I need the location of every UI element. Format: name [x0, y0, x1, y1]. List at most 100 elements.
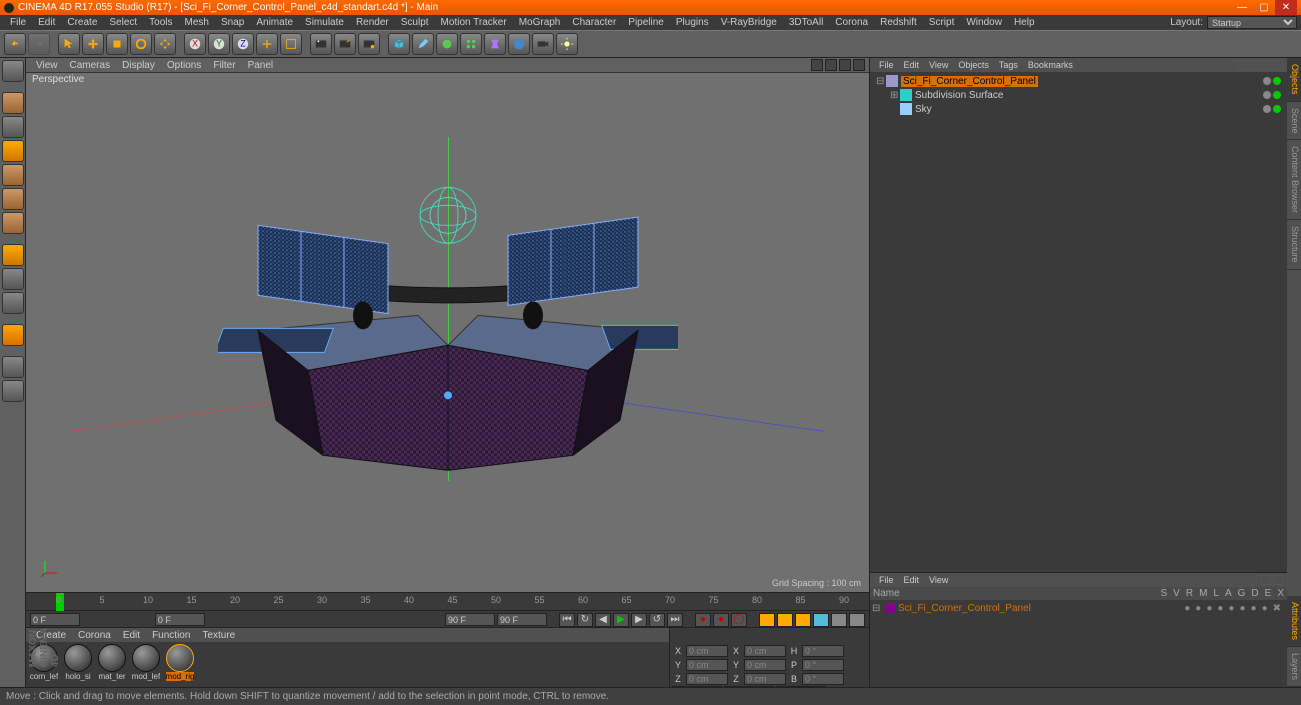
key-rot-button[interactable] — [795, 613, 811, 627]
vis-tag[interactable] — [1263, 77, 1271, 85]
vp-menu-view[interactable]: View — [30, 60, 64, 71]
goto-end-button[interactable]: ⏭ — [667, 613, 683, 627]
menu-animate[interactable]: Animate — [250, 17, 299, 28]
object-tree[interactable]: ⊟Sci_Fi_Corner_Control_Panel⊞Subdivision… — [870, 72, 1287, 572]
workplane-mode[interactable] — [2, 140, 24, 162]
key-param-button[interactable] — [813, 613, 829, 627]
material-mat_ter[interactable]: mat_ter — [96, 644, 128, 681]
last-tool[interactable] — [154, 33, 176, 55]
enable-axis[interactable] — [2, 356, 24, 378]
frame-start-field[interactable] — [30, 613, 80, 626]
render-region-button[interactable] — [334, 33, 356, 55]
frame-cur-start[interactable] — [155, 613, 205, 626]
obj-menu-tags[interactable]: Tags — [994, 60, 1023, 70]
menu-select[interactable]: Select — [103, 17, 143, 28]
point-mode[interactable] — [2, 244, 24, 266]
menu-3dtoall[interactable]: 3DToAll — [783, 17, 829, 28]
pos-X[interactable] — [686, 645, 728, 657]
rotate-tool[interactable] — [130, 33, 152, 55]
tree-item[interactable]: ⊞Subdivision Surface — [872, 88, 1285, 102]
mat-menu-function[interactable]: Function — [146, 630, 196, 641]
object-mode[interactable] — [2, 164, 24, 186]
menu-create[interactable]: Create — [61, 17, 103, 28]
tree-item[interactable]: Sky — [872, 102, 1285, 116]
vp-icon-2[interactable] — [825, 59, 837, 71]
vp-menu-filter[interactable]: Filter — [207, 60, 241, 71]
light-button[interactable] — [556, 33, 578, 55]
vp-icon-3[interactable] — [839, 59, 851, 71]
texture-mode[interactable] — [2, 116, 24, 138]
search-icon[interactable] — [1237, 60, 1247, 70]
vis-tag[interactable] — [1263, 105, 1271, 113]
menu-snap[interactable]: Snap — [215, 17, 250, 28]
minimize-button[interactable]: — — [1231, 0, 1253, 15]
attr-menu-edit[interactable]: Edit — [899, 575, 925, 585]
model-mode[interactable] — [2, 92, 24, 114]
loop2-button[interactable]: ↺ — [649, 613, 665, 627]
vp-menu-display[interactable]: Display — [116, 60, 161, 71]
menu-corona[interactable]: Corona — [829, 17, 874, 28]
vis-tag[interactable] — [1263, 91, 1271, 99]
next-frame-button[interactable]: ▶ — [631, 613, 647, 627]
menu-v-raybridge[interactable]: V-RayBridge — [715, 17, 783, 28]
axis-mode[interactable] — [2, 188, 24, 210]
menu-character[interactable]: Character — [566, 17, 622, 28]
obj-menu-view[interactable]: View — [924, 60, 953, 70]
move-tool[interactable] — [82, 33, 104, 55]
render-settings-button[interactable] — [358, 33, 380, 55]
menu-plugins[interactable]: Plugins — [670, 17, 715, 28]
tweak-mode[interactable] — [2, 324, 24, 346]
pos-Z[interactable] — [686, 673, 728, 685]
menu-mesh[interactable]: Mesh — [179, 17, 215, 28]
obj-menu-objects[interactable]: Objects — [953, 60, 994, 70]
obj-menu-edit[interactable]: Edit — [899, 60, 925, 70]
mat-menu-edit[interactable]: Edit — [117, 630, 146, 641]
x-axis-button[interactable]: X — [184, 33, 206, 55]
record-button[interactable]: ● — [695, 613, 711, 627]
menu-file[interactable]: File — [4, 17, 32, 28]
attr-menu-view[interactable]: View — [924, 575, 953, 585]
render-tag[interactable] — [1273, 105, 1281, 113]
menu-sculpt[interactable]: Sculpt — [395, 17, 435, 28]
home-icon[interactable] — [1249, 60, 1259, 70]
material-mod_rig[interactable]: mod_rig — [164, 644, 196, 681]
menu-motion tracker[interactable]: Motion Tracker — [435, 17, 513, 28]
right-tab-scene[interactable]: Scene — [1287, 102, 1301, 141]
cube-primitive[interactable] — [388, 33, 410, 55]
deformer-button[interactable] — [484, 33, 506, 55]
menu-script[interactable]: Script — [923, 17, 961, 28]
pos-Y[interactable] — [686, 659, 728, 671]
mat-menu-texture[interactable]: Texture — [196, 630, 241, 641]
nurbs-button[interactable] — [436, 33, 458, 55]
goto-start-button[interactable]: ⏮ — [559, 613, 575, 627]
polygon-mode[interactable] — [2, 292, 24, 314]
size-Y[interactable] — [744, 659, 786, 671]
view-icon[interactable] — [1261, 60, 1271, 70]
maximize-button[interactable]: ▢ — [1253, 0, 1275, 15]
vp-icon-1[interactable] — [811, 59, 823, 71]
rot-X[interactable] — [802, 645, 844, 657]
menu-pipeline[interactable]: Pipeline — [622, 17, 670, 28]
undo-button[interactable] — [4, 33, 26, 55]
menu-simulate[interactable]: Simulate — [299, 17, 350, 28]
vp-icon-4[interactable] — [853, 59, 865, 71]
z-axis-button[interactable]: Z — [232, 33, 254, 55]
right-tab-layers[interactable]: Layers — [1287, 647, 1301, 687]
environment-button[interactable] — [508, 33, 530, 55]
layout-dropdown[interactable]: Layout: Startup — [1170, 15, 1297, 30]
attr-menu-file[interactable]: File — [874, 575, 899, 585]
coord-system-button[interactable] — [256, 33, 278, 55]
attr-icon-2[interactable] — [1273, 575, 1283, 585]
menu-mograph[interactable]: MoGraph — [513, 17, 567, 28]
key-pos-button[interactable] — [759, 613, 775, 627]
menu-edit[interactable]: Edit — [32, 17, 61, 28]
vp-menu-panel[interactable]: Panel — [242, 60, 280, 71]
scale-tool[interactable] — [106, 33, 128, 55]
key-pla-button[interactable] — [831, 613, 847, 627]
right-tab-structure[interactable]: Structure — [1287, 220, 1301, 270]
rot-Z[interactable] — [802, 673, 844, 685]
tree-item[interactable]: ⊟Sci_Fi_Corner_Control_Panel — [872, 74, 1285, 88]
close-button[interactable]: ✕ — [1275, 0, 1297, 15]
material-mod_lef[interactable]: mod_lef — [130, 644, 162, 681]
key-all-button[interactable] — [849, 613, 865, 627]
